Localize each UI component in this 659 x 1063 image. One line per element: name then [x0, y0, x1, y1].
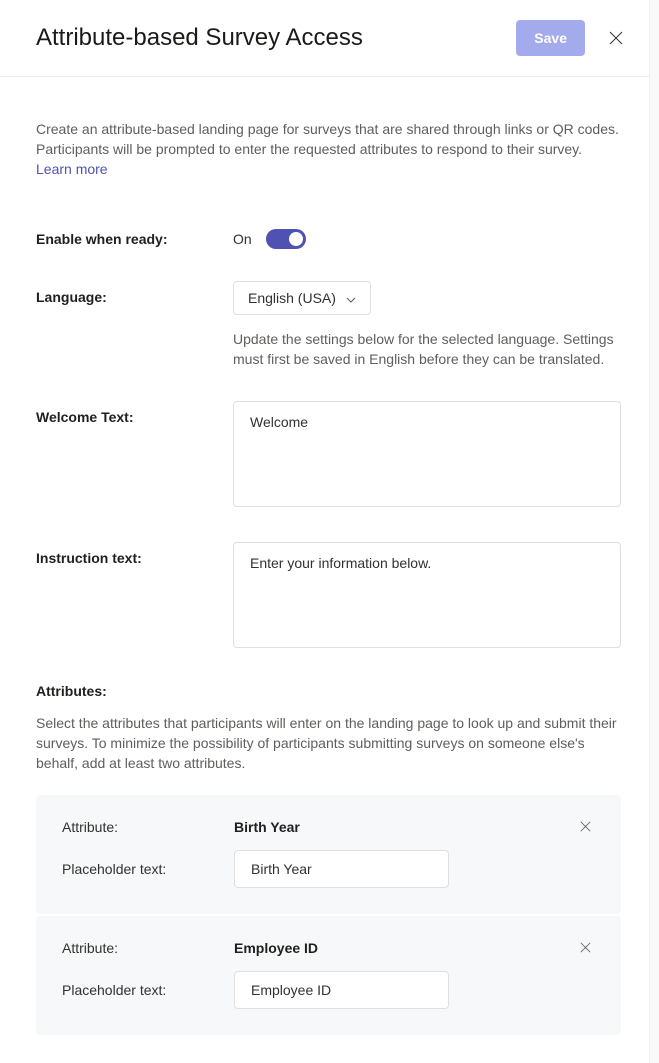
placeholder-input[interactable]	[234, 971, 449, 1009]
placeholder-label: Placeholder text:	[62, 861, 222, 877]
attributes-section: Attributes: Select the attributes that p…	[36, 683, 621, 1035]
settings-panel: Attribute-based Survey Access Save Creat…	[0, 0, 649, 1063]
instruction-row: Instruction text:	[36, 542, 621, 651]
attributes-heading: Attributes:	[36, 683, 621, 699]
remove-attribute-button[interactable]	[576, 817, 595, 836]
attribute-card: Attribute: Birth Year Placeholder text:	[36, 795, 621, 914]
description-text: Create an attribute-based landing page f…	[36, 119, 621, 179]
close-icon	[580, 821, 591, 832]
learn-more-link[interactable]: Learn more	[36, 161, 108, 177]
language-help-text: Update the settings below for the select…	[233, 329, 621, 369]
attribute-name: Employee ID	[234, 940, 564, 956]
panel-header: Attribute-based Survey Access Save	[0, 0, 649, 77]
attributes-help-text: Select the attributes that participants …	[36, 713, 621, 773]
close-icon	[609, 31, 623, 45]
enable-row: Enable when ready: On	[36, 223, 621, 249]
attribute-label: Attribute:	[62, 819, 222, 835]
placeholder-input[interactable]	[234, 850, 449, 888]
close-icon	[580, 942, 591, 953]
panel-content: Create an attribute-based landing page f…	[0, 77, 649, 1063]
enable-toggle[interactable]	[266, 229, 306, 249]
welcome-label: Welcome Text:	[36, 401, 221, 425]
welcome-control	[233, 401, 621, 510]
save-button[interactable]: Save	[516, 20, 585, 56]
language-label: Language:	[36, 281, 221, 305]
page-title: Attribute-based Survey Access	[36, 24, 516, 52]
instruction-textarea[interactable]	[233, 542, 621, 648]
attribute-label: Attribute:	[62, 940, 222, 956]
scrollbar-track[interactable]	[649, 0, 659, 1063]
language-selected: English (USA)	[248, 290, 336, 306]
remove-attribute-button[interactable]	[576, 938, 595, 957]
attribute-name: Birth Year	[234, 819, 564, 835]
instruction-label: Instruction text:	[36, 542, 221, 566]
welcome-textarea[interactable]	[233, 401, 621, 507]
close-button[interactable]	[603, 25, 629, 51]
placeholder-label: Placeholder text:	[62, 982, 222, 998]
language-control: English (USA) Update the settings below …	[233, 281, 621, 369]
language-dropdown[interactable]: English (USA)	[233, 281, 371, 315]
instruction-control	[233, 542, 621, 651]
welcome-row: Welcome Text:	[36, 401, 621, 510]
description-body: Create an attribute-based landing page f…	[36, 121, 619, 157]
language-row: Language: English (USA) Update the setti…	[36, 281, 621, 369]
toggle-handle	[289, 232, 303, 246]
attribute-card: Attribute: Employee ID Placeholder text:	[36, 916, 621, 1035]
enable-control: On	[233, 223, 621, 249]
toggle-state-label: On	[233, 231, 252, 247]
enable-label: Enable when ready:	[36, 223, 221, 247]
chevron-down-icon	[346, 290, 356, 306]
